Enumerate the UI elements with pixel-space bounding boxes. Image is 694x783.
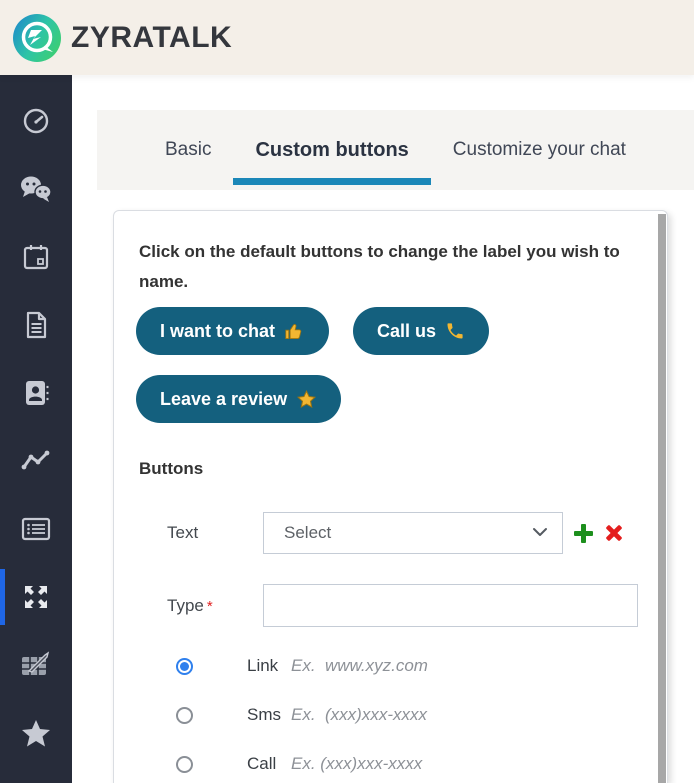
star-icon [20,718,52,748]
text-label: Text [167,523,199,542]
sidebar-item-forms[interactable] [0,631,72,699]
zyratalk-logo [11,12,63,64]
sidebar-item-lists[interactable] [0,495,72,563]
tab-bar: Basic Custom buttons Customize your chat [97,110,694,190]
call-radio[interactable] [176,755,193,773]
buttons-section-title: Buttons [139,459,204,478]
leave-a-review-button[interactable]: Leave a review [136,375,342,423]
sidebar-item-chats[interactable] [0,155,72,223]
expand-arrows-icon [21,582,51,612]
sidebar-item-reviews[interactable] [0,699,72,767]
tab-custom-buttons[interactable]: Custom buttons [233,110,432,190]
link-radio[interactable] [176,657,193,675]
cross-icon[interactable] [604,523,624,543]
chat-bubbles-icon [19,174,53,204]
document-icon [22,310,50,340]
custom-buttons-panel: Click on the default buttons to change t… [113,210,668,783]
call-us-button[interactable]: Call us [353,307,490,355]
type-value-input[interactable] [263,584,638,627]
sidebar-item-widget[interactable] [0,563,72,631]
select-value: Select [284,523,332,542]
radio-row-call: Call Ex. (xxx)xxx-xxxx [114,753,667,775]
link-radio-label: Link [247,656,279,675]
plus-icon[interactable] [573,523,594,544]
table-edit-icon [19,650,53,680]
default-buttons-row-1: I want to chat Call us [136,307,667,355]
sidebar-item-calendar[interactable] [0,223,72,291]
radio-row-link: Link Ex. www.xyz.com [114,655,667,677]
panel-scrollbar[interactable] [658,214,666,783]
required-asterisk: * [206,597,213,615]
brand-title: ZYRATALK [71,20,233,54]
thumbs-up-icon [284,321,305,342]
tab-customize-your-chat[interactable]: Customize your chat [431,110,648,190]
line-chart-icon [20,448,52,474]
calendar-icon [21,242,51,272]
sms-radio[interactable] [176,706,193,724]
instruction-text: Click on the default buttons to change t… [139,242,620,291]
tab-customize-your-chat-label: Customize your chat [452,139,626,160]
phone-icon [445,321,465,341]
default-button-label: Leave a review [160,388,288,409]
type-label: Type * [167,596,263,616]
i-want-to-chat-button[interactable]: I want to chat [136,307,330,355]
sidebar-item-documents[interactable] [0,291,72,359]
star-icon [296,389,317,410]
app-header: ZYRATALK [0,0,694,75]
call-example-text: Ex. (xxx)xxx-xxxx [291,754,423,773]
tab-basic[interactable]: Basic [143,110,233,190]
sms-example-text: Ex. (xxx)xxx-xxxx [291,705,427,724]
text-field-row: Text Select [114,512,667,554]
default-button-label: I want to chat [160,320,276,341]
radio-row-sms: Sms Ex. (xxx)xxx-xxxx [114,704,667,726]
sidebar-item-contacts[interactable] [0,359,72,427]
default-button-label: Call us [377,320,437,341]
button-text-select[interactable]: Select [263,512,563,554]
chevron-down-icon [532,524,548,542]
default-buttons-row-2: Leave a review [136,375,667,423]
sms-radio-label: Sms [247,705,281,724]
call-radio-label: Call [247,754,277,773]
sidebar-item-dashboard[interactable] [0,87,72,155]
list-card-icon [20,516,52,542]
sidebar [0,75,72,783]
tab-basic-label: Basic [165,139,212,160]
gauge-icon [21,106,51,136]
address-book-icon [21,378,51,408]
link-example-text: Ex. www.xyz.com [291,656,428,675]
type-label-text: Type [167,595,204,615]
type-field-row: Type * [114,584,667,627]
tab-custom-buttons-label: Custom buttons [255,138,409,161]
sidebar-item-analytics[interactable] [0,427,72,495]
